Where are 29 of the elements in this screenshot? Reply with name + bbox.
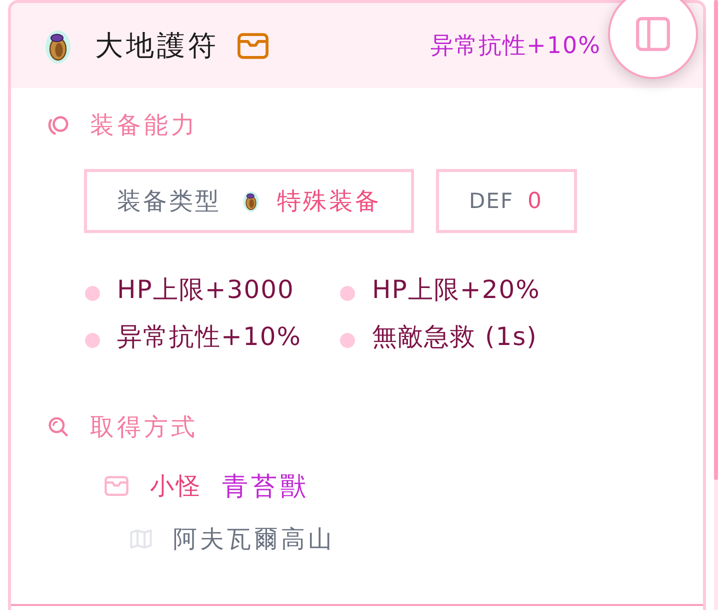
effect-text: 异常抗性+10% bbox=[430, 32, 601, 61]
bullet-dot-icon bbox=[85, 286, 100, 301]
bullet-dot-icon bbox=[340, 333, 355, 348]
scrollbar-thumb[interactable] bbox=[714, 0, 718, 480]
inbox-icon bbox=[104, 476, 129, 496]
ring-icon bbox=[45, 28, 71, 64]
item-name: 大地護符 bbox=[95, 28, 219, 64]
bullet-dot-icon bbox=[340, 286, 355, 301]
stat-text: 异常抗性+10% bbox=[117, 321, 302, 353]
spiral-icon bbox=[47, 114, 70, 136]
equipment-type-value: 特殊装备 bbox=[277, 186, 381, 217]
map-icon bbox=[130, 529, 152, 549]
section-title: 装备能力 bbox=[90, 110, 198, 141]
stat-text: HP上限+3000 bbox=[117, 274, 294, 306]
stat-text: HP上限+20% bbox=[372, 274, 540, 306]
sidebar-panel-icon bbox=[636, 17, 670, 51]
inbox-icon bbox=[237, 32, 269, 58]
monster-name: 青苔獸 bbox=[222, 470, 309, 504]
equipment-type-label: 装备类型 bbox=[117, 186, 221, 217]
monster-category: 小怪 bbox=[150, 471, 202, 502]
bullet-dot-icon bbox=[85, 333, 100, 348]
search-icon bbox=[47, 416, 70, 438]
scrollbar-track[interactable] bbox=[714, 0, 718, 610]
section-title: 取得方式 bbox=[90, 412, 198, 443]
stat-text: 無敵急救 (1s) bbox=[372, 321, 538, 353]
def-value: 0 bbox=[528, 188, 544, 214]
def-label: DEF bbox=[469, 189, 514, 213]
location-text: 阿夫瓦爾高山 bbox=[173, 524, 335, 555]
ring-icon bbox=[243, 189, 259, 213]
